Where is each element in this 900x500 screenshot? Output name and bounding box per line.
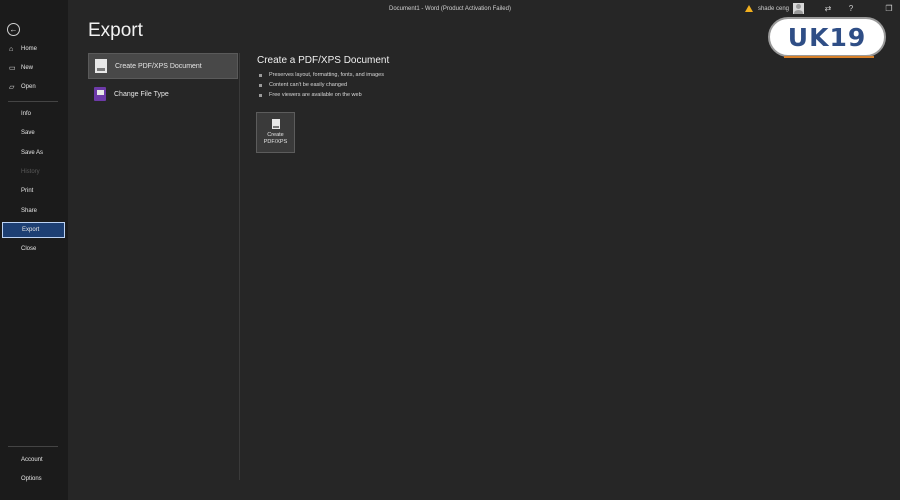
site-logo: UK19 bbox=[768, 17, 886, 57]
sidebar-item-label: Close bbox=[21, 246, 37, 252]
sidebar-item-options[interactable]: Options bbox=[0, 470, 68, 488]
sidebar-item-label: Save As bbox=[21, 150, 44, 156]
folder-icon: ▱ bbox=[9, 84, 15, 91]
logo-text: UK19 bbox=[787, 22, 867, 52]
back-arrow-icon[interactable]: ← bbox=[7, 23, 20, 36]
sidebar-item-label: Home bbox=[21, 46, 38, 52]
bullet-icon bbox=[259, 83, 262, 87]
sidebar-item-info[interactable]: Info bbox=[0, 105, 68, 123]
create-button-label-line2: PDF/XPS bbox=[263, 139, 288, 145]
title-bar-right: shade ceng ⇄ ? ❐ bbox=[744, 0, 900, 17]
sidebar-item-share[interactable]: Share bbox=[0, 202, 68, 220]
sidebar-item-save-as[interactable]: Save As bbox=[0, 144, 68, 162]
window-title: Document1 - Word (Product Activation Fai… bbox=[389, 5, 511, 12]
change-file-type-icon bbox=[94, 87, 106, 101]
create-button-label-line1: Create bbox=[267, 132, 284, 138]
sidebar-item-label: Options bbox=[21, 476, 42, 482]
option-label: Change File Type bbox=[114, 90, 169, 98]
sidebar-item-label: History bbox=[21, 169, 40, 175]
sidebar-item-label: Open bbox=[21, 84, 36, 90]
sidebar-item-label: New bbox=[21, 65, 34, 71]
bullet-text: Preserves layout, formatting, fonts, and… bbox=[269, 72, 384, 78]
create-pdf-xps-button[interactable]: Create PDF/XPS bbox=[256, 112, 295, 153]
page-title: Export bbox=[88, 20, 143, 41]
sidebar-item-label: Account bbox=[21, 457, 43, 463]
option-label: Create PDF/XPS Document bbox=[115, 62, 202, 70]
help-icon[interactable]: ? bbox=[844, 4, 858, 13]
restore-window-icon[interactable]: ❐ bbox=[882, 4, 896, 13]
pdf-document-icon bbox=[95, 59, 107, 73]
sidebar-item-close[interactable]: Close bbox=[0, 240, 68, 258]
bullet-icon bbox=[259, 73, 262, 77]
sidebar-item-account[interactable]: Account bbox=[0, 451, 68, 469]
sidebar-divider bbox=[8, 101, 58, 102]
pane-divider bbox=[239, 53, 240, 480]
sidebar-item-open[interactable]: ▱ Open bbox=[0, 78, 68, 96]
sidebar-item-export[interactable]: Export bbox=[2, 222, 65, 238]
sidebar-item-label: Print bbox=[21, 188, 34, 194]
sidebar-item-label: Share bbox=[21, 208, 38, 214]
backstage-sidebar: ← ⌂ Home ▭ New ▱ Open Info Save Save As … bbox=[0, 0, 68, 500]
sidebar-item-history: History bbox=[0, 163, 68, 181]
coauthor-icon[interactable]: ⇄ bbox=[821, 4, 835, 13]
sidebar-divider bbox=[8, 446, 58, 447]
detail-bullet: Content can't be easily changed bbox=[257, 80, 817, 90]
bullet-text: Content can't be easily changed bbox=[269, 82, 348, 88]
option-create-pdf-xps[interactable]: Create PDF/XPS Document bbox=[88, 53, 238, 79]
export-detail-pane: Create a PDF/XPS Document Preserves layo… bbox=[257, 55, 817, 100]
option-change-file-type[interactable]: Change File Type bbox=[88, 81, 238, 107]
new-document-icon: ▭ bbox=[9, 65, 16, 72]
bullet-text: Free viewers are available on the web bbox=[269, 92, 362, 98]
detail-title: Create a PDF/XPS Document bbox=[257, 55, 390, 66]
sidebar-item-new[interactable]: ▭ New bbox=[0, 59, 68, 77]
warning-icon[interactable] bbox=[744, 5, 753, 12]
sidebar-item-save[interactable]: Save bbox=[0, 124, 68, 142]
detail-bullet: Free viewers are available on the web bbox=[257, 90, 817, 100]
export-options-list: Create PDF/XPS Document Change File Type bbox=[88, 53, 238, 109]
sidebar-item-home[interactable]: ⌂ Home bbox=[0, 40, 68, 58]
user-name[interactable]: shade ceng bbox=[758, 6, 789, 12]
bullet-icon bbox=[259, 93, 262, 97]
sidebar-item-print[interactable]: Print bbox=[0, 182, 68, 200]
avatar[interactable] bbox=[793, 3, 804, 14]
sidebar-item-label: Export bbox=[22, 227, 40, 233]
sidebar-item-label: Save bbox=[21, 130, 35, 136]
detail-bullet: Preserves layout, formatting, fonts, and… bbox=[257, 70, 817, 80]
home-icon: ⌂ bbox=[9, 45, 14, 53]
sidebar-item-label: Info bbox=[21, 111, 32, 117]
pdf-document-icon bbox=[271, 119, 280, 129]
